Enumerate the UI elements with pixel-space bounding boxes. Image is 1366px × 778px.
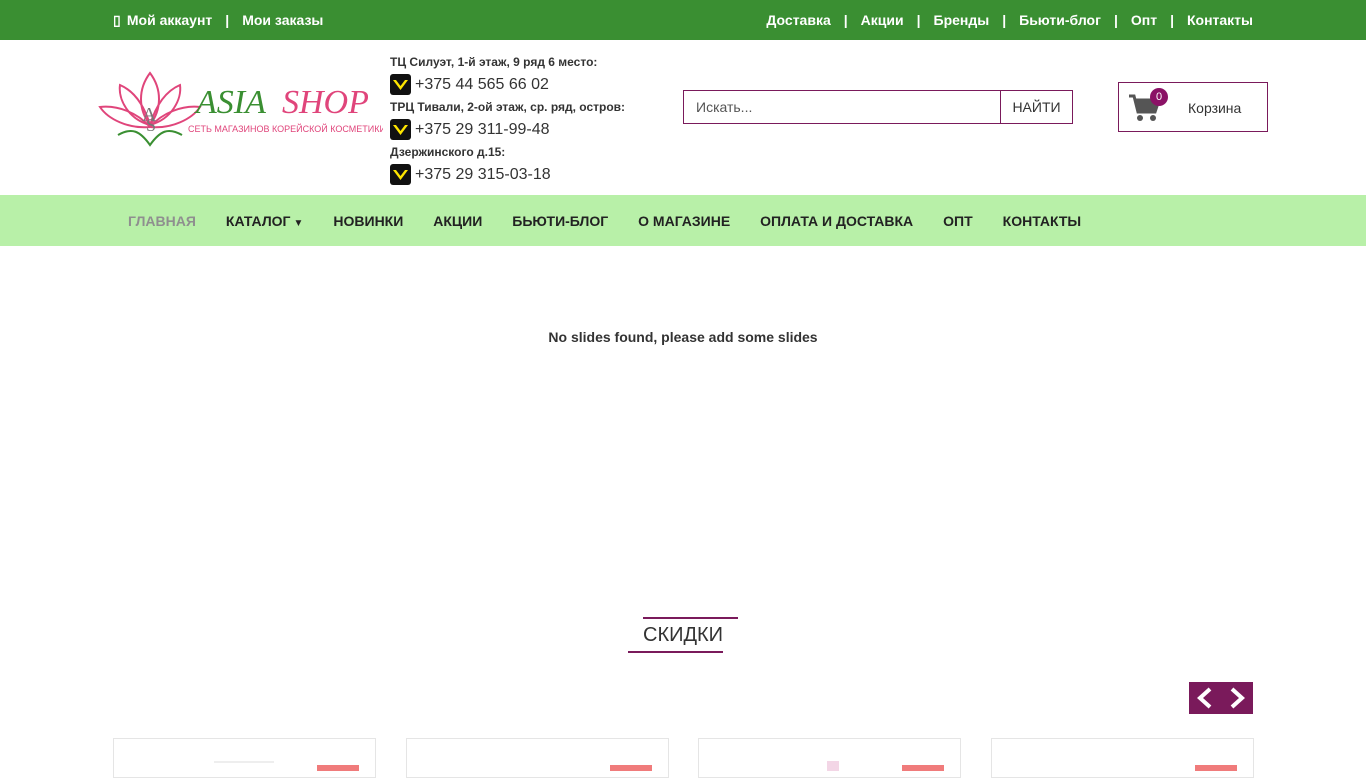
top-link-brands[interactable]: Бренды: [934, 12, 990, 28]
sale-badge: [902, 765, 944, 771]
chevron-right-icon: [1230, 687, 1245, 709]
store-phone-3[interactable]: +375 29 315-03-18: [390, 159, 650, 190]
store-phone-1[interactable]: +375 44 565 66 02: [390, 69, 650, 100]
store-address-1: ТЦ Силуэт, 1-й этаж, 9 ряд 6 место:: [390, 55, 598, 69]
main-nav: Главная Каталог ▼ Новинки Акции Бьюти-бло…: [0, 195, 1366, 246]
top-bar: ▯ Мой аккаунт | Мои заказы Доставка | Ак…: [0, 0, 1366, 40]
nav-item-promotions[interactable]: Акции: [418, 213, 497, 229]
svg-text:S: S: [146, 115, 156, 135]
cart-button[interactable]: 0 Корзина: [1118, 82, 1268, 132]
product-image: [214, 761, 274, 773]
top-link-delivery[interactable]: Доставка: [766, 12, 830, 28]
nav-item-wholesale[interactable]: Опт: [928, 213, 988, 229]
svg-text:СЕТЬ МАГАЗИНОВ КОРЕЙСКОЙ КОСМЕ: СЕТЬ МАГАЗИНОВ КОРЕЙСКОЙ КОСМЕТИКИ: [188, 123, 383, 134]
nav-item-new[interactable]: Новинки: [318, 213, 418, 229]
separator: |: [843, 12, 848, 28]
nav-item-beauty-blog[interactable]: Бьюти-блог: [497, 213, 623, 229]
site-logo[interactable]: A S ASIA SHOP СЕТЬ МАГАЗИНОВ КОРЕЙСКОЙ К…: [98, 69, 386, 147]
account-links: ▯ Мой аккаунт | Мои заказы: [113, 0, 323, 40]
nav-item-payment-delivery[interactable]: Оплата и доставка: [745, 213, 928, 229]
separator: |: [1170, 12, 1174, 28]
top-link-wholesale[interactable]: Опт: [1131, 12, 1157, 28]
top-link-contacts[interactable]: Контакты: [1187, 12, 1253, 28]
lotus-logo-icon: A S ASIA SHOP СЕТЬ МАГАЗИНОВ КОРЕЙСКОЙ К…: [98, 71, 386, 147]
top-link-beauty-blog[interactable]: Бьюти-блог: [1019, 12, 1101, 28]
sale-badge: [317, 765, 359, 771]
store-address-3: Дзержинского д.15:: [390, 145, 506, 159]
store-contacts: ТЦ Силуэт, 1-й этаж, 9 ряд 6 место: +375…: [390, 55, 650, 190]
cart-label: Корзина: [1188, 100, 1242, 116]
viber-icon: [390, 74, 411, 95]
store-phone-2[interactable]: +375 29 311-99-48: [390, 114, 650, 145]
my-account-label: Мой аккаунт: [126, 11, 213, 28]
carousel-prev-button[interactable]: [1189, 682, 1221, 714]
product-card[interactable]: [406, 738, 669, 778]
chevron-left-icon: [1197, 687, 1212, 709]
search-button[interactable]: НАЙТИ: [1000, 90, 1073, 124]
separator: |: [225, 12, 230, 28]
cart-count-badge: 0: [1150, 88, 1168, 106]
my-orders-link[interactable]: Мои заказы: [242, 12, 323, 28]
chevron-down-icon: ▼: [293, 217, 304, 229]
product-card[interactable]: [698, 738, 961, 778]
phone-number: +375 44 565 66 02: [415, 75, 549, 93]
nav-item-contacts[interactable]: Контакты: [988, 213, 1096, 229]
separator: |: [1113, 12, 1118, 28]
logo-brand-text: ASIA: [194, 84, 266, 121]
nav-item-label: Каталог: [225, 212, 291, 229]
nav-item-home[interactable]: Главная: [113, 213, 211, 229]
store-address-2: ТРЦ Тивали, 2-ой этаж, ср. ряд, остров:: [390, 100, 626, 114]
svg-text:SHOP: SHOP: [282, 84, 369, 121]
separator: |: [916, 12, 921, 28]
sale-badge: [610, 765, 652, 771]
phone-number: +375 29 315-03-18: [415, 165, 551, 183]
carousel-next-button[interactable]: [1221, 682, 1253, 714]
product-image: [827, 761, 839, 771]
info-links: Доставка | Акции | Бренды | Бьюти-блог |…: [766, 0, 1253, 40]
user-icon: ▯: [113, 11, 121, 28]
search-form: НАЙТИ: [683, 90, 1073, 124]
my-account-link[interactable]: ▯ Мой аккаунт: [113, 12, 212, 29]
top-link-promotions[interactable]: Акции: [861, 12, 904, 28]
carousel-controls: [1189, 682, 1253, 714]
product-card[interactable]: [113, 738, 376, 778]
title-line-bottom: [628, 651, 723, 653]
nav-item-catalog[interactable]: Каталог ▼: [211, 213, 318, 229]
search-input[interactable]: [683, 90, 1000, 124]
viber-icon: [390, 119, 411, 140]
discounts-title: СКИДКИ: [628, 617, 738, 653]
slider-empty-message: No slides found, please add some slides: [548, 329, 818, 345]
product-card[interactable]: [991, 738, 1254, 778]
nav-item-about[interactable]: О магазине: [623, 213, 745, 229]
viber-icon: [390, 164, 411, 185]
discounts-title-text: СКИДКИ: [643, 624, 724, 646]
sale-badge: [1195, 765, 1237, 771]
title-line-top: [643, 617, 738, 619]
phone-number: +375 29 311-99-48: [415, 120, 550, 138]
separator: |: [1002, 12, 1007, 28]
